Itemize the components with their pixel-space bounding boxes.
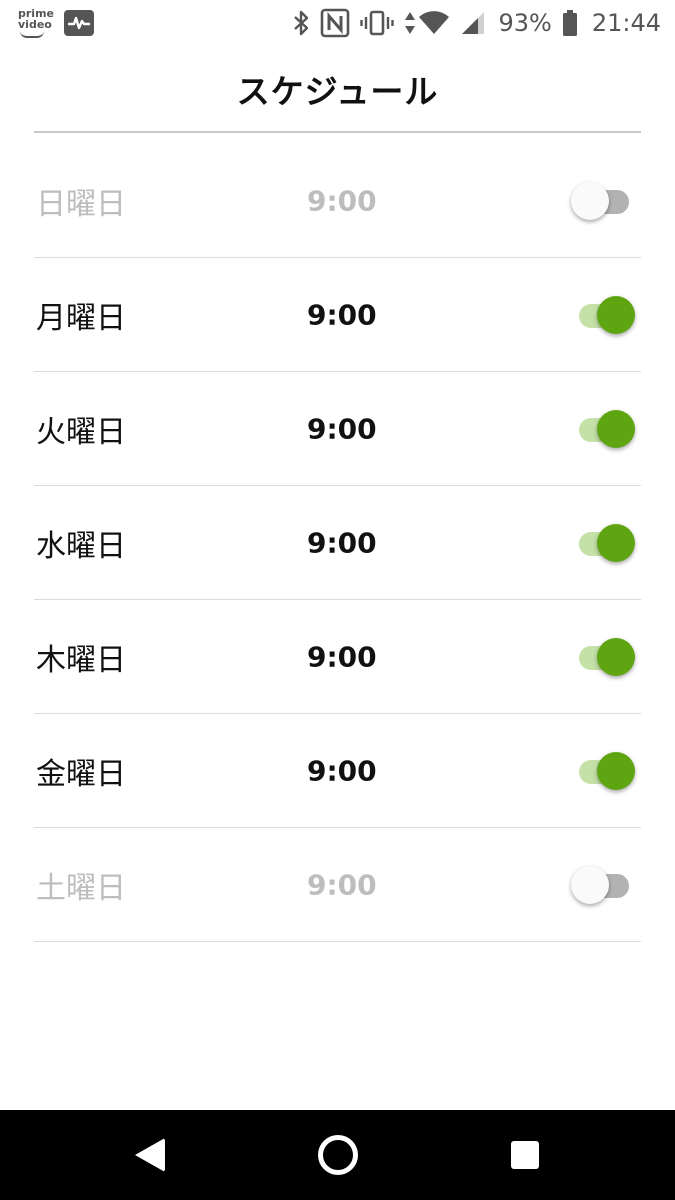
schedule-row-wednesday[interactable]: 水曜日 9:00: [34, 486, 641, 600]
battery-percentage: 93%: [498, 9, 552, 37]
day-label: 木曜日: [36, 642, 126, 678]
time-label[interactable]: 9:00: [307, 868, 377, 901]
time-label[interactable]: 9:00: [307, 526, 377, 559]
schedule-row-sunday[interactable]: 日曜日 9:00: [34, 144, 641, 258]
toggle-switch[interactable]: [571, 409, 635, 449]
page-title: スケジュール: [236, 72, 439, 111]
time-label[interactable]: 9:00: [307, 754, 377, 787]
day-label: 日曜日: [36, 186, 126, 222]
toggle-switch[interactable]: [571, 637, 635, 677]
toggle-thumb: [597, 751, 635, 790]
time-label[interactable]: 9:00: [307, 412, 377, 445]
header-divider: [34, 131, 641, 133]
system-icons: 93% 21:44: [282, 6, 661, 40]
status-clock: 21:44: [591, 9, 661, 37]
toggle-switch[interactable]: [571, 181, 635, 221]
schedule-list: 日曜日 9:00 月曜日 9:00 火曜日 9:00 水曜日 9:00 木曜日 …: [34, 144, 641, 942]
toggle-thumb: [597, 637, 635, 676]
data-transfer-icon: [404, 10, 416, 36]
day-label: 月曜日: [36, 300, 126, 336]
app-header: スケジュール: [0, 46, 675, 132]
schedule-row-tuesday[interactable]: 火曜日 9:00: [34, 372, 641, 486]
back-button[interactable]: [135, 1138, 165, 1172]
status-bar: prime video 93% 21:44: [0, 0, 675, 46]
battery-icon: [562, 9, 578, 37]
amazon-prime-video-icon: prime video: [18, 8, 54, 38]
schedule-row-friday[interactable]: 金曜日 9:00: [34, 714, 641, 828]
toggle-thumb: [571, 865, 609, 904]
vibrate-icon: [360, 9, 395, 37]
day-label: 火曜日: [36, 414, 126, 450]
recents-icon: [511, 1141, 539, 1169]
day-label: 水曜日: [36, 528, 126, 564]
schedule-row-monday[interactable]: 月曜日 9:00: [34, 258, 641, 372]
schedule-row-thursday[interactable]: 木曜日 9:00: [34, 600, 641, 714]
time-label[interactable]: 9:00: [307, 298, 377, 331]
cellular-signal-icon: [460, 10, 486, 36]
toggle-switch[interactable]: [571, 295, 635, 335]
day-label: 金曜日: [36, 756, 126, 792]
app-screen: prime video 93% 21:44 スケジュール 日曜日 9:00 月曜…: [0, 0, 675, 1200]
navigation-bar: [0, 1110, 675, 1200]
back-icon: [135, 1138, 165, 1172]
activity-monitor-icon: [64, 10, 94, 36]
schedule-row-saturday[interactable]: 土曜日 9:00: [34, 828, 641, 942]
toggle-thumb: [597, 295, 635, 334]
nfc-icon: [320, 8, 350, 38]
time-label[interactable]: 9:00: [307, 184, 377, 217]
bluetooth-icon: [292, 9, 310, 37]
recents-button[interactable]: [511, 1141, 539, 1169]
day-label: 土曜日: [36, 870, 126, 906]
prime-logo-line2: video: [18, 18, 52, 31]
toggle-thumb: [597, 409, 635, 448]
toggle-switch[interactable]: [571, 523, 635, 563]
home-button[interactable]: [318, 1135, 358, 1175]
notification-icons: prime video: [18, 8, 94, 38]
toggle-thumb: [571, 181, 609, 220]
wifi-icon: [418, 10, 450, 36]
toggle-thumb: [597, 523, 635, 562]
time-label[interactable]: 9:00: [307, 640, 377, 673]
toggle-switch[interactable]: [571, 751, 635, 791]
home-icon: [318, 1135, 358, 1175]
toggle-switch[interactable]: [571, 865, 635, 905]
